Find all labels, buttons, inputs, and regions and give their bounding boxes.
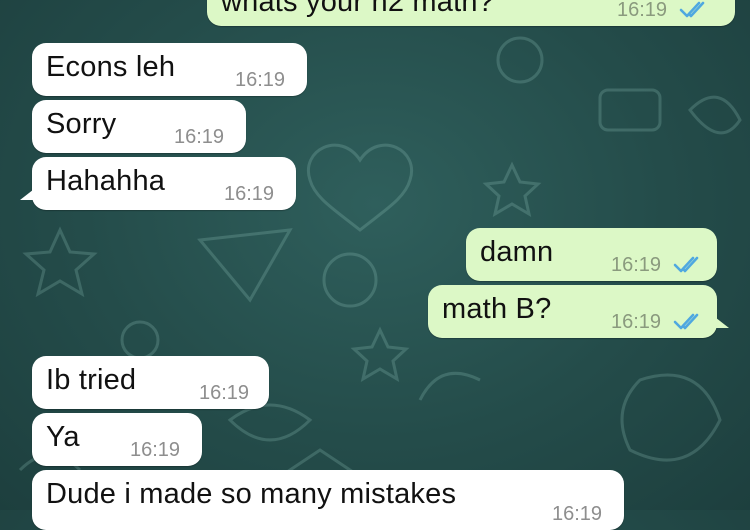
message-timestamp: 16:19: [552, 503, 603, 525]
message-text: Ib tried: [46, 364, 137, 396]
bubble-tail: [20, 186, 38, 200]
message-timestamp: 16:19: [611, 311, 662, 333]
message-text: whats your h2 math?: [221, 0, 494, 18]
incoming-message-bubble[interactable]: Hahahha 16:19: [20, 157, 296, 210]
outgoing-message-bubble[interactable]: math B? 16:19: [428, 285, 729, 338]
message-text: Sorry: [46, 108, 117, 140]
incoming-message-bubble[interactable]: Dude i made so many mistakes 16:19: [32, 470, 624, 530]
message-text: Hahahha: [46, 165, 166, 197]
bubble-tail: [711, 314, 729, 328]
message-timestamp: 16:19: [130, 439, 181, 461]
message-timestamp: 16:19: [617, 0, 668, 21]
incoming-message-bubble[interactable]: Ya 16:19: [32, 413, 202, 466]
message-text: damn: [480, 236, 554, 268]
message-timestamp: 16:19: [611, 254, 662, 276]
message-text: Dude i made so many mistakes: [46, 478, 457, 510]
message-timestamp: 16:19: [174, 126, 225, 148]
incoming-message-bubble[interactable]: Ib tried 16:19: [32, 356, 269, 409]
message-text: Ya: [46, 421, 80, 453]
message-timestamp: 16:19: [224, 183, 275, 205]
outgoing-message-bubble[interactable]: whats your h2 math? 16:19: [207, 0, 735, 26]
double-check-read-icon: [679, 1, 705, 18]
message-timestamp: 16:19: [199, 382, 250, 404]
message-timestamp: 16:19: [235, 69, 286, 91]
message-text: Econs leh: [46, 51, 176, 83]
message-text: math B?: [442, 293, 552, 325]
incoming-message-bubble[interactable]: Econs leh 16:19: [32, 43, 307, 96]
incoming-message-bubble[interactable]: Sorry 16:19: [32, 100, 246, 153]
outgoing-message-bubble[interactable]: damn 16:19: [466, 228, 717, 281]
double-check-read-icon: [673, 313, 699, 330]
double-check-read-icon: [673, 256, 699, 273]
